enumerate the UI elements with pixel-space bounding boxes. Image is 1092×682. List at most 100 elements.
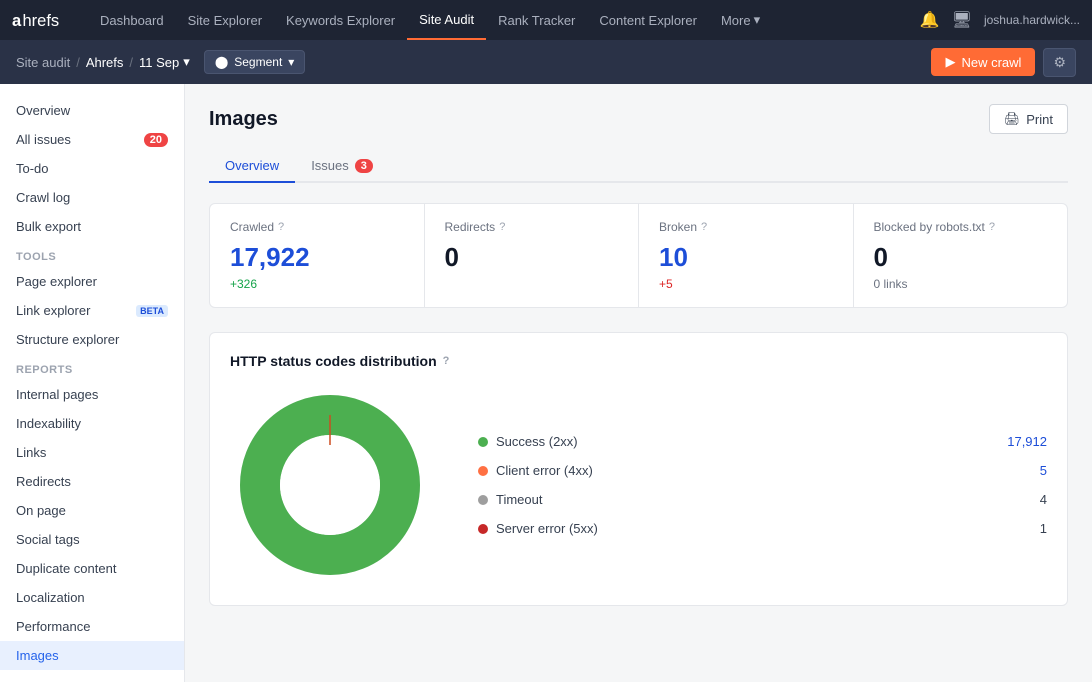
sidebar-item-structure-explorer[interactable]: Structure explorer (0, 325, 184, 354)
settings-button[interactable]: ⚙ (1043, 48, 1076, 77)
chart-section: HTTP status codes distribution ? (209, 332, 1068, 606)
chart-title: HTTP status codes distribution ? (230, 353, 1047, 369)
top-nav: a hrefs Dashboard Site Explorer Keywords… (0, 0, 1092, 40)
chevron-down-icon: ▾ (288, 55, 294, 69)
nav-content-explorer[interactable]: Content Explorer (587, 0, 709, 40)
redirects-label: Redirects ? (445, 220, 619, 234)
sidebar-item-link-explorer[interactable]: Link explorer BETA (0, 296, 184, 325)
svg-text:hrefs: hrefs (23, 12, 60, 30)
stat-card-crawled: Crawled ? 17,922 +326 (210, 204, 424, 307)
sidebar-item-to-do[interactable]: To-do (0, 154, 184, 183)
info-icon[interactable]: ? (499, 221, 505, 233)
sidebar-item-links[interactable]: Links (0, 438, 184, 467)
print-icon: 🖨 (1004, 111, 1021, 127)
broken-change: +5 (659, 277, 833, 291)
broken-value[interactable]: 10 (659, 242, 833, 273)
nav-site-audit[interactable]: Site Audit (407, 0, 486, 40)
breadcrumb-site-audit[interactable]: Site audit (16, 55, 70, 70)
info-icon[interactable]: ? (989, 221, 995, 233)
beta-badge: BETA (136, 305, 168, 317)
sidebar-item-internal-pages[interactable]: Internal pages (0, 380, 184, 409)
crawled-value[interactable]: 17,922 (230, 242, 404, 273)
crawled-change: +326 (230, 277, 404, 291)
stat-cards: Crawled ? 17,922 +326 Redirects ? 0 Brok… (209, 203, 1068, 308)
main-content: Images 🖨 Print Overview Issues 3 Crawled… (185, 84, 1092, 682)
new-crawl-button[interactable]: ▶ New crawl (931, 48, 1035, 76)
main-layout: Overview All issues 20 To-do Crawl log B… (0, 84, 1092, 682)
sidebar-item-on-page[interactable]: On page (0, 496, 184, 525)
sidebar-item-duplicate-content[interactable]: Duplicate content (0, 554, 184, 583)
gear-icon: ⚙ (1053, 54, 1066, 70)
success-label: Success (2xx) (496, 434, 578, 449)
monitor-icon[interactable]: 🖥 (952, 10, 972, 30)
nav-right: 🔔 🖥 joshua.hardwick... (920, 10, 1080, 30)
sidebar-item-all-issues[interactable]: All issues 20 (0, 125, 184, 154)
segment-button[interactable]: ⬤ Segment ▾ (204, 50, 306, 74)
bell-icon[interactable]: 🔔 (920, 10, 940, 30)
sidebar-item-overview[interactable]: Overview (0, 96, 184, 125)
legend-item-timeout: Timeout 4 (478, 492, 1047, 507)
chart-container: Success (2xx) 17,912 Client error (4xx) … (230, 385, 1047, 585)
tab-issues[interactable]: Issues 3 (295, 150, 389, 183)
info-icon[interactable]: ? (443, 355, 450, 367)
broken-label: Broken ? (659, 220, 833, 234)
breadcrumb-bar: Site audit / Ahrefs / 11 Sep ▾ ⬤ Segment… (0, 40, 1092, 84)
sidebar-item-crawl-log[interactable]: Crawl log (0, 183, 184, 212)
stat-card-blocked: Blocked by robots.txt ? 0 0 links (854, 204, 1068, 307)
legend-item-client-error: Client error (4xx) 5 (478, 463, 1047, 478)
donut-chart (230, 385, 430, 585)
nav-dashboard[interactable]: Dashboard (88, 0, 176, 40)
nav-links: Dashboard Site Explorer Keywords Explore… (88, 0, 920, 40)
sidebar-item-social-tags[interactable]: Social tags (0, 525, 184, 554)
client-error-value[interactable]: 5 (1040, 463, 1047, 478)
info-icon[interactable]: ? (278, 221, 284, 233)
sidebar-item-redirects[interactable]: Redirects (0, 467, 184, 496)
blocked-value[interactable]: 0 (874, 242, 1048, 273)
breadcrumb-sep1: / (76, 55, 80, 70)
crawled-label: Crawled ? (230, 220, 404, 234)
user-menu[interactable]: joshua.hardwick... (984, 13, 1080, 27)
sidebar-item-bulk-export[interactable]: Bulk export (0, 212, 184, 241)
sidebar-item-performance[interactable]: Performance (0, 612, 184, 641)
page-header: Images 🖨 Print (209, 104, 1068, 134)
server-error-dot (478, 524, 488, 534)
page-title: Images (209, 108, 278, 131)
sidebar-item-indexability[interactable]: Indexability (0, 409, 184, 438)
sidebar-item-images[interactable]: Images (0, 641, 184, 670)
breadcrumb-date[interactable]: 11 Sep ▾ (139, 54, 190, 70)
reports-section-label: Reports (0, 354, 184, 380)
nav-site-explorer[interactable]: Site Explorer (176, 0, 274, 40)
info-icon[interactable]: ? (701, 221, 707, 233)
sidebar-item-localization[interactable]: Localization (0, 583, 184, 612)
timeout-value[interactable]: 4 (1040, 492, 1047, 507)
breadcrumb-actions: ▶ New crawl ⚙ (931, 48, 1076, 77)
play-icon: ▶ (945, 54, 955, 70)
logo[interactable]: a hrefs (12, 9, 72, 31)
all-issues-badge: 20 (144, 133, 168, 147)
sidebar-item-page-explorer[interactable]: Page explorer (0, 267, 184, 296)
stat-card-redirects: Redirects ? 0 (425, 204, 639, 307)
legend-item-server-error: Server error (5xx) 1 (478, 521, 1047, 536)
blocked-links: 0 links (874, 277, 1048, 291)
breadcrumb-project[interactable]: Ahrefs (86, 55, 124, 70)
nav-more[interactable]: More ▾ (709, 0, 772, 40)
blocked-label: Blocked by robots.txt ? (874, 220, 1048, 234)
client-error-dot (478, 466, 488, 476)
chevron-down-icon: ▾ (183, 54, 190, 70)
server-error-value[interactable]: 1 (1040, 521, 1047, 536)
client-error-label: Client error (4xx) (496, 463, 593, 478)
sidebar: Overview All issues 20 To-do Crawl log B… (0, 84, 185, 682)
legend-item-success: Success (2xx) 17,912 (478, 434, 1047, 449)
success-value[interactable]: 17,912 (1007, 434, 1047, 449)
issues-badge: 3 (355, 159, 373, 173)
print-button[interactable]: 🖨 Print (989, 104, 1068, 134)
tab-overview[interactable]: Overview (209, 150, 295, 183)
nav-rank-tracker[interactable]: Rank Tracker (486, 0, 587, 40)
chevron-down-icon: ▾ (754, 12, 761, 28)
tabs: Overview Issues 3 (209, 150, 1068, 183)
timeout-dot (478, 495, 488, 505)
redirects-value[interactable]: 0 (445, 242, 619, 273)
stat-card-broken: Broken ? 10 +5 (639, 204, 853, 307)
segment-icon: ⬤ (215, 55, 228, 69)
nav-keywords-explorer[interactable]: Keywords Explorer (274, 0, 407, 40)
